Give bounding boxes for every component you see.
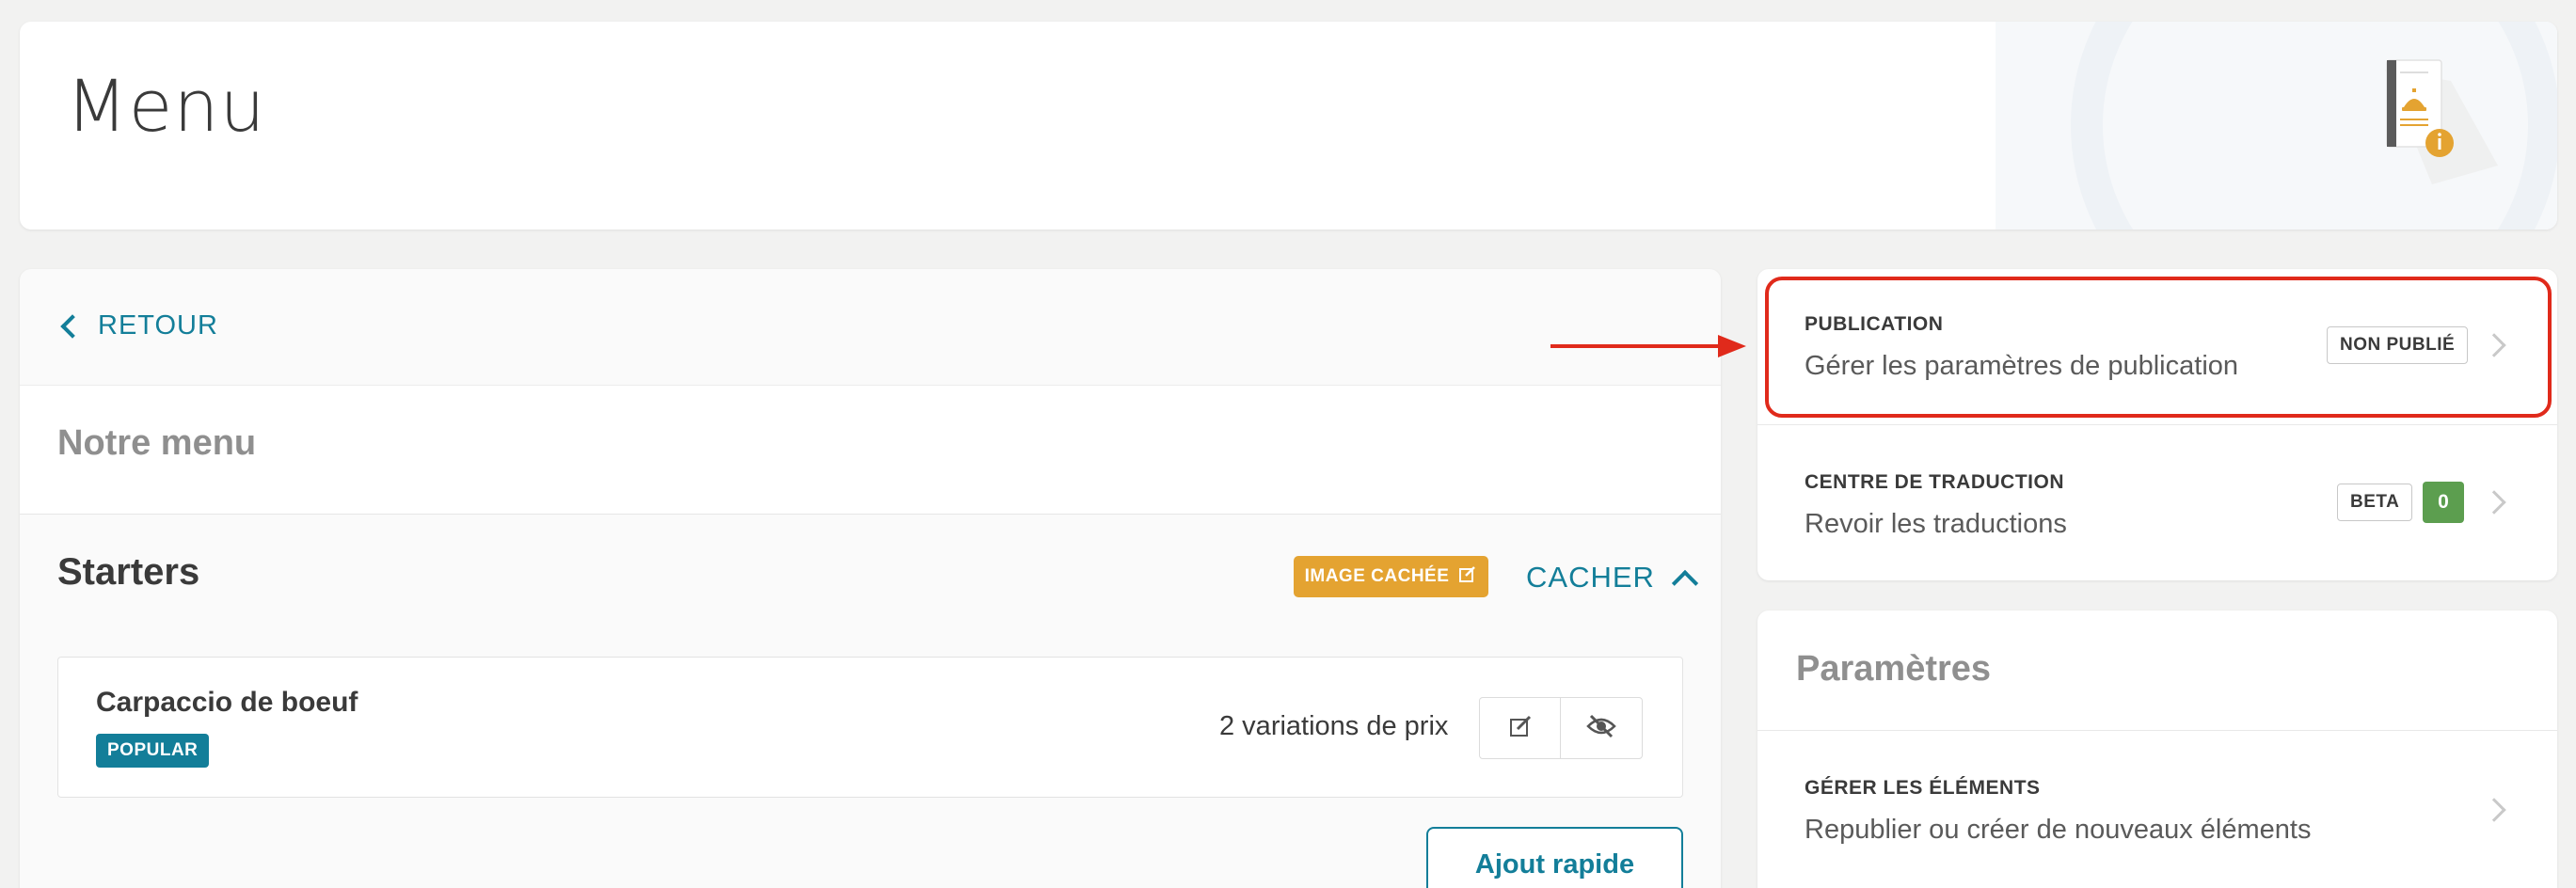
section-collapse-toggle[interactable]: CACHER [1526,561,1699,597]
image-hidden-label: IMAGE CACHÉE [1304,566,1450,586]
item-name: Carpaccio de boeuf [96,687,358,718]
chevron-up-icon [1671,569,1699,597]
chevron-left-icon [60,313,85,339]
section-title: Starters [57,551,200,593]
menu-illustration-icon [2366,53,2498,184]
popular-badge: POPULAR [96,734,210,768]
menu-name-row [20,385,1721,515]
edit-icon [1507,713,1534,744]
manage-elements-description: Republier ou créer de nouveaux éléments [1805,815,2312,845]
manage-elements-row[interactable] [1757,731,2557,888]
edit-item-button[interactable] [1480,698,1561,758]
hide-item-button[interactable] [1561,698,1642,758]
menu-name: Notre menu [57,423,257,463]
publication-status-badge: NON PUBLIÉ [2327,326,2469,364]
annotation-arrow-icon [1550,335,1746,357]
parameters-title: Paramètres [1796,649,1992,689]
translation-label: CENTRE DE TRADUCTION [1805,471,2064,493]
back-label: RETOUR [98,310,218,341]
edit-icon [1458,564,1477,589]
collapse-label: CACHER [1526,561,1655,594]
publication-description: Gérer les paramètres de publication [1805,351,2239,381]
price-variations: 2 variations de prix [1219,711,1449,741]
eye-off-icon [1586,713,1616,744]
beta-badge: BETA [2337,484,2413,521]
translation-description: Revoir les traductions [1805,509,2067,539]
manage-elements-label: GÉRER LES ÉLÉMENTS [1805,777,2041,799]
image-hidden-badge[interactable]: IMAGE CACHÉE [1294,556,1488,597]
publication-label: PUBLICATION [1805,313,1944,335]
page-title: Menu [66,64,266,148]
translation-count-badge: 0 [2423,482,2464,523]
quick-add-button[interactable]: Ajout rapide [1426,827,1683,888]
back-link[interactable]: RETOUR [56,310,218,341]
item-actions [1479,697,1643,759]
